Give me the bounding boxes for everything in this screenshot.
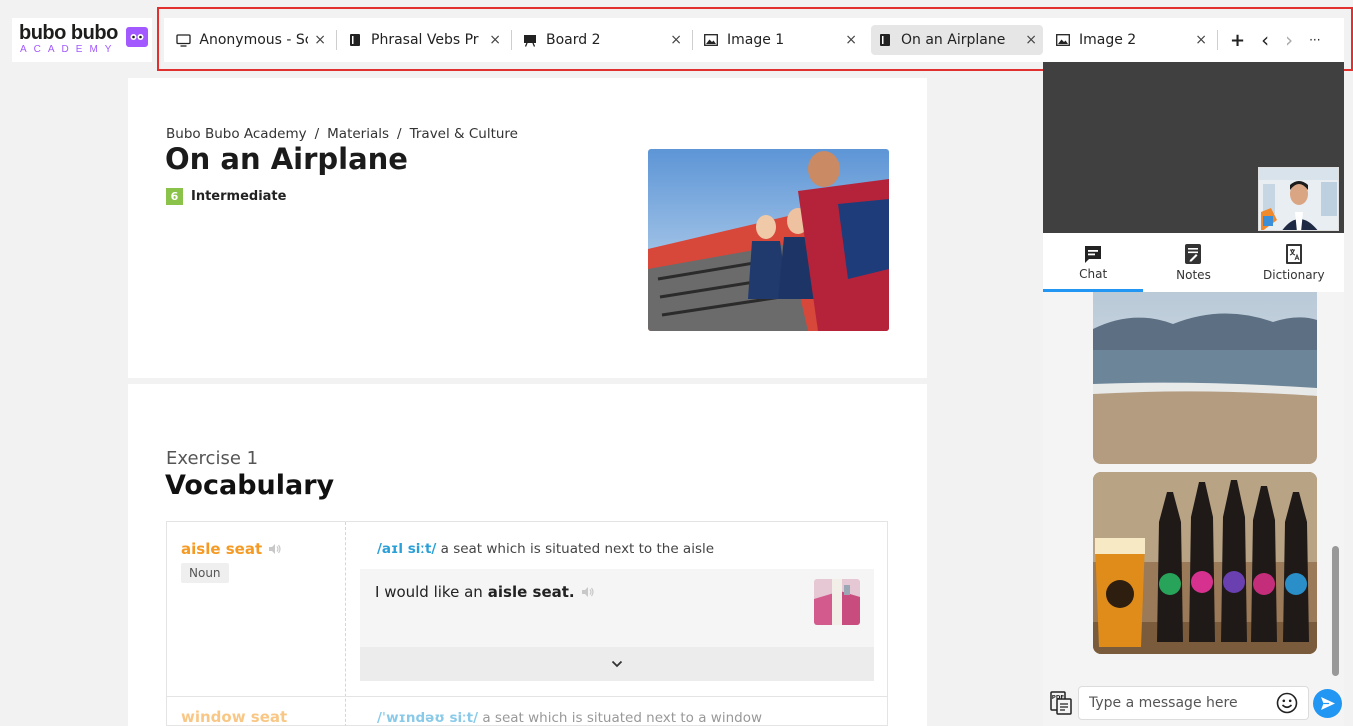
tab-close-button[interactable]: × — [664, 32, 682, 48]
scroll-tabs-left-button[interactable]: ‹ — [1261, 28, 1269, 52]
lesson-header-card: Bubo Bubo Academy / Materials / Travel & Cul… — [128, 78, 927, 378]
image-icon — [1055, 32, 1071, 48]
tab-image-2[interactable]: Image 2 × — [1049, 25, 1213, 55]
vocab-definition: /ˈwɪndəʊ siːt/ a seat which is situated … — [377, 710, 762, 726]
tab-divider — [336, 30, 337, 50]
image-icon — [703, 32, 719, 48]
side-tab-label: Chat — [1079, 267, 1108, 281]
tab-divider — [692, 30, 693, 50]
chat-messages — [1043, 292, 1344, 682]
part-of-speech-tag: Noun — [181, 563, 229, 583]
tab-label: Anonymous - Sc — [199, 32, 309, 48]
level-badge: 6 — [166, 188, 183, 205]
chat-message-input[interactable] — [1078, 686, 1309, 720]
tab-close-button[interactable]: × — [308, 32, 326, 48]
logo-wordmark: bubo bubo — [19, 22, 118, 44]
expand-example-button[interactable] — [360, 647, 874, 681]
self-video-thumbnail[interactable] — [1258, 167, 1339, 231]
tab-close-button[interactable]: × — [1189, 32, 1207, 48]
svg-text:PDF: PDF — [1052, 695, 1065, 701]
send-icon — [1320, 697, 1335, 710]
definition-text: a seat which is situated next to a windo… — [482, 710, 763, 726]
vocab-term-text: aisle seat — [181, 540, 263, 558]
scroll-tabs-right-button[interactable]: › — [1285, 28, 1293, 52]
tab-close-button[interactable]: × — [483, 32, 501, 48]
book-icon — [347, 32, 363, 48]
chat-image-message[interactable] — [1093, 292, 1317, 464]
chevron-down-icon — [611, 660, 623, 668]
tab-label: Image 2 — [1079, 32, 1137, 48]
dictionary-icon — [1285, 244, 1302, 264]
tab-image-1[interactable]: Image 1 × — [697, 25, 863, 55]
side-panel-tabs: Chat Notes Dictionary — [1043, 233, 1344, 292]
exercise-title: Vocabulary — [165, 470, 335, 501]
example-thumbnail[interactable] — [814, 579, 860, 625]
example-text: I would like an — [375, 583, 483, 601]
example-sentence-box: I would like an aisle seat. — [360, 569, 874, 681]
tab-phrasal-verbs[interactable]: Phrasal Vebs Pr × — [341, 25, 507, 55]
owl-logo-icon — [126, 27, 148, 47]
phonetic-transcription: /ˈwɪndəʊ siːt/ — [377, 710, 479, 726]
tab-label: Phrasal Vebs Pr — [371, 32, 479, 48]
tab-on-an-airplane[interactable]: On an Airplane × — [871, 25, 1043, 55]
tab-board-2[interactable]: Board 2 × — [516, 25, 688, 55]
level-indicator: 6 Intermediate — [166, 188, 286, 205]
breadcrumb-item-category[interactable]: Travel & Culture — [410, 126, 518, 142]
breadcrumb-item-materials[interactable]: Materials — [327, 126, 389, 142]
book-icon — [877, 32, 893, 48]
example-highlight: aisle seat. — [487, 583, 575, 601]
side-panel: Chat Notes Dictionary PDF Type a message… — [1043, 233, 1344, 726]
exercise-label: Exercise 1 — [166, 448, 259, 469]
chat-icon — [1085, 246, 1102, 263]
brand-logo[interactable]: bubo bubo ACADEMY — [12, 18, 152, 62]
tab-divider — [1217, 30, 1218, 50]
tab-dictionary[interactable]: Dictionary — [1244, 233, 1344, 292]
send-message-button[interactable] — [1313, 689, 1342, 718]
tab-anonymous-screen[interactable]: Anonymous - Sc × — [170, 25, 332, 55]
vocabulary-row: aisle seat Noun /aɪl siːt/ a seat which … — [167, 522, 887, 697]
phonetic-transcription: /aɪl siːt/ — [377, 541, 437, 557]
tab-close-button[interactable]: × — [839, 32, 857, 48]
breadcrumb-separator: / — [314, 126, 320, 142]
pdf-attach-icon[interactable]: PDF — [1049, 690, 1073, 716]
level-label: Intermediate — [191, 189, 287, 204]
tab-label: Image 1 — [727, 32, 785, 48]
tab-divider — [511, 30, 512, 50]
tab-label: Board 2 — [546, 32, 601, 48]
chat-image-message[interactable] — [1093, 472, 1317, 654]
monitor-icon — [176, 32, 191, 48]
speaker-icon[interactable] — [581, 586, 595, 598]
logo-subtitle: ACADEMY — [20, 44, 119, 55]
document-tab-bar: Anonymous - Sc × Phrasal Vebs Pr × Board… — [164, 18, 1344, 62]
breadcrumb-separator: / — [397, 126, 402, 142]
chat-composer: PDF — [1043, 682, 1344, 726]
more-tabs-button[interactable]: ··· — [1309, 33, 1320, 47]
speaker-icon[interactable] — [268, 543, 282, 555]
tab-notes[interactable]: Notes — [1143, 233, 1243, 292]
whiteboard-icon — [522, 32, 538, 48]
side-tab-label: Notes — [1176, 268, 1211, 282]
side-tab-label: Dictionary — [1263, 268, 1325, 282]
video-call-area — [1043, 62, 1344, 233]
vocabulary-table: aisle seat Noun /aɪl siːt/ a seat which … — [166, 521, 888, 726]
example-sentence: I would like an aisle seat. — [375, 583, 595, 601]
vocab-term: aisle seat — [181, 540, 282, 558]
add-tab-button[interactable]: + — [1230, 30, 1245, 51]
tab-label: On an Airplane — [901, 32, 1006, 48]
emoji-icon[interactable] — [1276, 692, 1298, 714]
breadcrumb: Bubo Bubo Academy / Materials / Travel & Cul… — [166, 126, 518, 142]
page-title: On an Airplane — [165, 142, 408, 176]
tab-close-button[interactable]: × — [1019, 32, 1037, 48]
tab-chat[interactable]: Chat — [1043, 233, 1144, 292]
vocab-term: window seat — [181, 708, 288, 726]
exercise-card: Exercise 1 Vocabulary aisle seat Noun /a… — [128, 384, 927, 726]
breadcrumb-item-academy[interactable]: Bubo Bubo Academy — [166, 126, 307, 142]
lesson-cover-image — [648, 149, 889, 331]
chat-scrollbar[interactable] — [1332, 546, 1339, 676]
vocab-definition: /aɪl siːt/ a seat which is situated next… — [377, 541, 714, 557]
definition-text: a seat which is situated next to the ais… — [440, 541, 715, 557]
notes-icon — [1185, 244, 1202, 264]
